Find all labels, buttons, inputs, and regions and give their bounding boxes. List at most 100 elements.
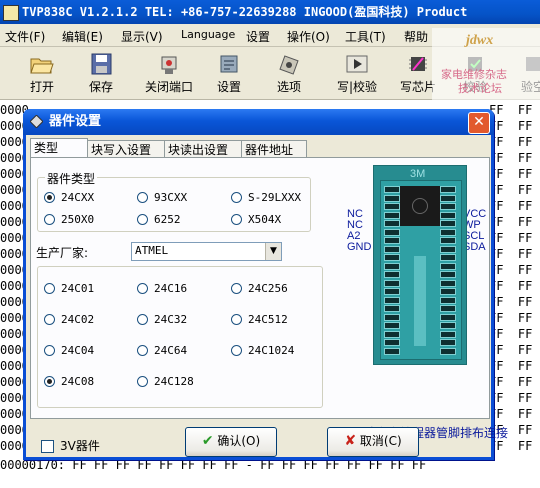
radio-24c256[interactable]: 24C256: [231, 282, 288, 295]
socket-pin: [384, 245, 400, 253]
socket-pin: [440, 271, 456, 278]
radio-250x0[interactable]: 250X0: [44, 213, 94, 226]
radio-dot: [137, 375, 148, 387]
socket-pin: [440, 330, 456, 338]
folder-open-icon: [29, 53, 55, 75]
checkmark-icon: ✔: [201, 433, 214, 449]
hex-row-values[interactable]: FF FF: [489, 166, 532, 182]
socket-pin: [440, 186, 456, 193]
socket-pin: [384, 339, 400, 346]
tab-type[interactable]: 类型: [30, 138, 88, 159]
menu-edit[interactable]: 编辑(E): [62, 28, 103, 45]
radio-dot: [137, 344, 148, 356]
menu-operate[interactable]: 操作(O): [287, 28, 330, 45]
radio-24c512[interactable]: 24C512: [231, 313, 288, 326]
3v-device-label: 3V器件: [60, 439, 100, 453]
socket-pin: [384, 194, 400, 202]
hex-row-values[interactable]: FF FF: [489, 102, 532, 118]
socket-pin: [440, 194, 456, 202]
manufacturer-select[interactable]: ATMEL ▼: [131, 242, 282, 261]
socket-pin: [440, 211, 456, 219]
hex-row-values[interactable]: FF FF: [489, 326, 532, 342]
device-type-label: 器件类型: [45, 170, 98, 187]
socket-pin: [440, 254, 456, 261]
hex-row-values[interactable]: FF FF: [489, 150, 532, 166]
menu-language[interactable]: Language: [181, 28, 235, 41]
radio-24c128[interactable]: 24C128: [137, 375, 194, 388]
radio-s29lxxx[interactable]: S-29LXXX: [231, 191, 301, 204]
radio-6252[interactable]: 6252: [137, 213, 181, 226]
menu-view[interactable]: 显示(V): [121, 28, 163, 45]
socket-pin: [384, 228, 400, 236]
radio-24c01[interactable]: 24C01: [44, 282, 94, 295]
save-button[interactable]: 保存: [83, 53, 119, 95]
close-icon[interactable]: ✕: [468, 112, 490, 134]
socket-pin: [440, 237, 456, 244]
hex-row-values[interactable]: FF FF: [489, 134, 532, 150]
hex-row-values[interactable]: FF FF: [489, 310, 532, 326]
cancel-button[interactable]: ✘ 取消(C): [327, 427, 419, 457]
menu-tools[interactable]: 工具(T): [345, 28, 386, 45]
socket-pin: [440, 296, 456, 304]
socket-pin: [384, 237, 400, 244]
radio-24c02[interactable]: 24C02: [44, 313, 94, 326]
socket-pin: [440, 245, 456, 253]
write-chip-icon: [405, 53, 431, 75]
chevron-down-icon[interactable]: ▼: [265, 243, 281, 260]
hex-row-values[interactable]: FF FF: [489, 342, 532, 358]
cancel-label: 取消(C): [359, 434, 402, 448]
hex-row-values[interactable]: FF FF: [489, 198, 532, 214]
watermark-line2: 技术论坛: [458, 82, 502, 95]
socket-pin: [440, 220, 456, 227]
radio-24c32[interactable]: 24C32: [137, 313, 187, 326]
socket-pin: [384, 313, 400, 321]
hex-row-values[interactable]: FF FF: [489, 182, 532, 198]
radio-24c04[interactable]: 24C04: [44, 344, 94, 357]
floppy-icon: [88, 53, 114, 75]
radio-dot: [44, 344, 55, 356]
options-label: 选项: [276, 80, 301, 94]
socket-lever: [414, 256, 426, 346]
dialog-titlebar: 器件设置 ✕: [23, 109, 494, 135]
radio-24c16[interactable]: 24C16: [137, 282, 187, 295]
close-port-button[interactable]: 关闭端口: [138, 53, 200, 95]
hex-row-values[interactable]: FF FF: [489, 278, 532, 294]
radio-24c1024[interactable]: 24C1024: [231, 344, 294, 357]
hex-row-values[interactable]: FF FF: [489, 246, 532, 262]
socket-pin: [440, 347, 456, 355]
hex-row-values[interactable]: FF FF: [489, 358, 532, 374]
hex-row-values[interactable]: FF FF: [489, 214, 532, 230]
hex-row-values[interactable]: FF FF: [489, 294, 532, 310]
hex-row-values[interactable]: FF FF: [489, 262, 532, 278]
write-verify-button[interactable]: 写|校验: [332, 53, 382, 95]
menu-help[interactable]: 帮助: [404, 28, 428, 45]
radio-24c08[interactable]: 24C08: [44, 375, 94, 388]
socket-pin: [384, 296, 400, 304]
radio-x504x[interactable]: X504X: [231, 213, 281, 226]
settings-button[interactable]: 设置: [211, 53, 247, 95]
watermark-logo: jdwx: [466, 33, 494, 48]
radio-24cxx[interactable]: 24CXX: [44, 191, 94, 204]
hex-row-values[interactable]: FF FF: [489, 390, 532, 406]
hex-row-values[interactable]: FF FF: [489, 374, 532, 390]
open-button[interactable]: 打开: [24, 53, 60, 95]
radio-dot: [44, 375, 55, 387]
radio-93cxx[interactable]: 93CXX: [137, 191, 187, 204]
socket-pin: [440, 203, 456, 210]
hex-row-values[interactable]: FF FF: [489, 230, 532, 246]
socket-pin: [440, 228, 456, 236]
socket-pin: [384, 220, 400, 227]
menu-settings[interactable]: 设置: [246, 28, 270, 45]
hex-row-values[interactable]: FF FF: [489, 118, 532, 134]
hex-row-values[interactable]: FF FF: [489, 406, 532, 422]
menu-file[interactable]: 文件(F): [5, 28, 45, 45]
zif-socket-diagram: 3M: [373, 165, 467, 365]
manufacturer-label: 生产厂家:: [36, 246, 89, 260]
radio-24c64[interactable]: 24C64: [137, 344, 187, 357]
3v-device-checkbox[interactable]: 3V器件: [41, 437, 100, 454]
options-button[interactable]: 选项: [271, 53, 307, 95]
chip-title-icon: [30, 115, 43, 128]
socket-pin: [384, 211, 400, 219]
ok-button[interactable]: ✔ 确认(O): [185, 427, 277, 457]
port-icon: [156, 53, 182, 75]
